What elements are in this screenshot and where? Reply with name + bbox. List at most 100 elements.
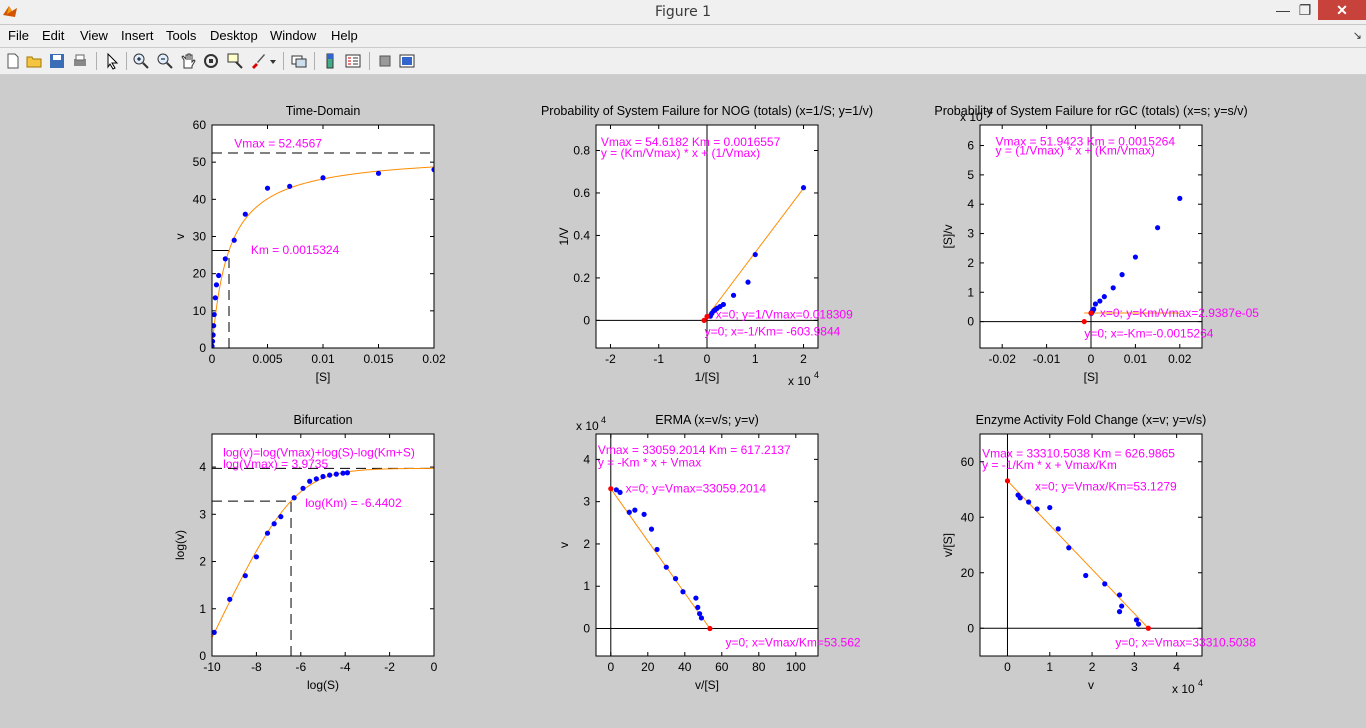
print-icon[interactable]	[71, 52, 89, 70]
data-cursor-icon[interactable]	[226, 52, 244, 70]
menu-tools[interactable]: Tools	[166, 28, 196, 43]
x-tick-label: -0.01	[1033, 352, 1061, 366]
menu-view[interactable]: View	[80, 28, 108, 43]
x-tick-label: -0.02	[989, 352, 1017, 366]
x-tick-label: 0.02	[1168, 352, 1192, 366]
data-point	[1083, 572, 1089, 579]
dock-arrow-icon[interactable]: ↘	[1353, 29, 1362, 42]
data-point	[1177, 195, 1183, 201]
x-tick-label: -2	[384, 660, 395, 674]
data-point	[1066, 545, 1072, 551]
y-tick-label: 0.6	[573, 186, 590, 200]
data-point	[340, 470, 346, 476]
restore-icon[interactable]: ❐	[1292, 0, 1318, 20]
x-tick-label: 0	[704, 352, 711, 366]
insert-colorbar-icon[interactable]	[321, 52, 339, 70]
x-tick-label: 0.015	[363, 352, 393, 366]
save-icon[interactable]	[48, 52, 66, 70]
y-tick-label: 4	[967, 197, 974, 211]
data-point	[287, 183, 293, 189]
brush-menu-icon[interactable]	[268, 52, 278, 70]
x-tick-label: 20	[641, 660, 655, 674]
rotate-3d-icon[interactable]	[202, 52, 220, 70]
anchor-point	[1004, 478, 1011, 484]
new-figure-icon[interactable]	[4, 52, 22, 70]
chart-title: Time-Domain	[286, 104, 361, 118]
data-point	[216, 272, 222, 279]
annotation-text: x=0; y=Vmax/Km=53.1279	[1035, 480, 1177, 494]
close-icon[interactable]: ✕	[1318, 0, 1366, 20]
data-point	[693, 595, 699, 601]
data-point	[1155, 225, 1161, 231]
x-tick-label: 3	[1131, 660, 1138, 674]
chart-title: Enzyme Activity Fold Change (x=v; y=v/s)	[976, 413, 1207, 427]
y-tick-label: 20	[193, 267, 207, 281]
data-point	[672, 576, 679, 582]
edit-plot-icon[interactable]	[103, 52, 121, 70]
hide-plot-tools-icon[interactable]	[376, 52, 394, 70]
x-tick-label: 0	[607, 660, 614, 674]
menu-help[interactable]: Help	[331, 28, 358, 43]
x-tick-label: 100	[786, 660, 806, 674]
data-point	[1135, 621, 1142, 627]
show-plot-tools-icon[interactable]	[398, 52, 416, 70]
anchor-point	[1145, 625, 1151, 631]
annotation-text: y=0; x=Vmax/Km=53.562	[726, 636, 861, 650]
zoom-out-icon[interactable]	[156, 52, 174, 70]
data-point	[648, 526, 655, 532]
menu-insert[interactable]: Insert	[121, 28, 154, 43]
menu-desktop[interactable]: Desktop	[210, 28, 258, 43]
link-plot-icon[interactable]	[290, 52, 308, 70]
y-tick-label: 0	[583, 313, 590, 327]
y-tick-label: 40	[961, 510, 975, 524]
open-file-icon[interactable]	[25, 52, 43, 70]
data-point	[344, 470, 351, 476]
x-tick-label: 0	[1004, 660, 1011, 674]
axes-3: Probability of System Failure for rGC (t…	[934, 104, 1259, 384]
x-tick-label: 0	[1088, 352, 1095, 366]
data-point	[654, 546, 660, 553]
menu-edit[interactable]: Edit	[42, 28, 64, 43]
data-point	[663, 564, 669, 570]
axes-1: Time-Domain 0 0.005 0.01 0.015 0.02 0 10 20 30 40 5…	[173, 104, 446, 384]
y-axis-label: log(v)	[173, 530, 187, 560]
y-tick-label: 5	[967, 168, 974, 182]
annotation-text: y = -1/Km * x + Vmax/Km	[982, 458, 1117, 472]
x-axis-label: v	[1088, 678, 1094, 692]
data-point	[212, 295, 218, 301]
y-axis-label: v/[S]	[941, 533, 955, 557]
chart-title: Probability of System Failure for NOG (t…	[541, 104, 873, 118]
zoom-in-icon[interactable]	[132, 52, 150, 70]
annotation-text: y=0; x=-Km=-0.0015264	[1084, 327, 1213, 341]
data-point	[1026, 499, 1032, 505]
x-tick-label: 1	[1046, 660, 1053, 674]
data-point	[1102, 581, 1108, 587]
data-point	[307, 478, 313, 484]
data-point	[1097, 298, 1103, 304]
y-tick-label: 4	[583, 452, 590, 466]
y-tick-label: 3	[583, 495, 590, 509]
data-point	[1034, 506, 1040, 512]
y-axis-label: 1/V	[557, 227, 571, 245]
menu-file[interactable]: File	[8, 28, 29, 43]
window-titlebar: Figure 1 — ❐ ✕	[0, 0, 1366, 25]
window-title: Figure 1	[654, 4, 712, 20]
y-exponent-label: x 10	[576, 419, 599, 433]
y-tick-label: 0	[967, 621, 974, 635]
data-point	[327, 472, 333, 478]
brush-icon[interactable]	[249, 52, 267, 70]
insert-legend-icon[interactable]	[344, 52, 362, 70]
axes-4: Bifurcation-10 -8 -6 -4 -2 001234log(S)log(v)…	[173, 413, 438, 692]
annotation-text: log(Vmax) = 3.9735	[223, 457, 328, 471]
annotation-text: y=0; x=Vmax=33310.5038	[1115, 636, 1256, 650]
menu-window[interactable]: Window	[270, 28, 316, 43]
x-exponent-power: 4	[1198, 678, 1203, 688]
data-point	[641, 511, 647, 517]
pan-icon[interactable]	[179, 52, 197, 70]
plot-area[interactable]	[212, 125, 434, 348]
y-tick-label: 1	[199, 602, 206, 616]
data-point	[227, 596, 233, 602]
y-tick-label: 4	[199, 460, 206, 474]
y-axis-label: [S]/v	[941, 224, 955, 248]
x-axis-label: 1/[S]	[695, 370, 720, 384]
